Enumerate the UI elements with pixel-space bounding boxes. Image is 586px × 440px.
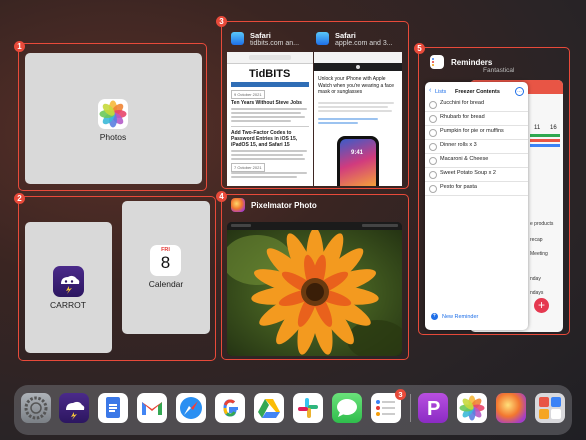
lists-back-button[interactable]: Lists [435, 89, 446, 95]
photos-icon [98, 99, 128, 129]
photos-icon[interactable] [457, 393, 487, 423]
callout-3: 3 [216, 16, 227, 27]
new-reminder-plus-icon[interactable]: + [431, 313, 438, 320]
fantastical-text-5: Meeting [530, 251, 548, 257]
checkbox-circle-icon[interactable] [429, 143, 437, 151]
fantastical-text-3: recap [530, 237, 543, 243]
tidbits-logo: TidBITS [249, 68, 291, 80]
calendar-icon: FRI 8 [150, 245, 181, 276]
apple-headline: Unlock your iPhone with Apple Watch when… [318, 76, 395, 95]
checkbox-circle-icon[interactable] [429, 157, 437, 165]
apple-logo-icon [356, 65, 360, 69]
back-chevron-icon[interactable]: ‹ [429, 87, 431, 94]
safari-left-icon [231, 32, 244, 45]
list-title: Freezer Contents [455, 89, 500, 95]
shortcuts-icon[interactable] [535, 393, 565, 423]
new-reminder-button[interactable]: New Reminder [442, 314, 478, 320]
safari-tidbits-window[interactable]: TidBITS 9 October 2021 Ten Years Without… [227, 52, 313, 186]
fantastical-add-button[interactable]: + [534, 298, 549, 313]
fantastical-label: Fantastical [483, 67, 515, 74]
settings-icon[interactable] [21, 393, 51, 423]
tidbits-date-1: 9 October 2021 [231, 90, 265, 99]
fantastical-text-6: nday [530, 276, 541, 282]
reminder-item[interactable]: Rhubarb for bread [425, 112, 528, 126]
calendar-date: 8 [160, 253, 171, 272]
fantastical-text-1: 11 [534, 125, 541, 131]
checkbox-circle-icon[interactable] [429, 129, 437, 137]
gmail-icon[interactable] [137, 393, 167, 423]
checkbox-circle-icon[interactable] [429, 115, 437, 123]
reminder-item[interactable]: Dinner rolls x 3 [425, 140, 528, 154]
reminders-title: Reminders [451, 58, 493, 67]
fantastical-text-4: e products [530, 221, 554, 227]
reminders-app-card[interactable]: ‹ Lists Freezer Contents … Zucchini for … [425, 82, 528, 330]
carrot-weather-icon[interactable] [59, 393, 89, 423]
pixelmator-title: Pixelmator Photo [251, 201, 317, 210]
callout-4: 4 [216, 191, 227, 202]
more-options-icon[interactable]: … [515, 87, 524, 96]
flower-photo [227, 230, 402, 356]
safari-left-subtitle: tidbits.com an... [250, 40, 300, 47]
pcalc-icon[interactable]: P [418, 393, 448, 423]
carrot-app-card[interactable]: CARROT [25, 222, 112, 353]
messages-icon[interactable] [332, 393, 362, 423]
safari-apple-window[interactable]: Unlock your iPhone with Apple Watch when… [314, 52, 402, 186]
checkbox-circle-icon[interactable] [429, 101, 437, 109]
calendar-label: Calendar [148, 279, 184, 289]
iphone-image: 9:41 [337, 136, 379, 186]
checkbox-circle-icon[interactable] [429, 171, 437, 179]
pixelmator-icon[interactable] [496, 393, 526, 423]
checkbox-circle-icon[interactable] [429, 185, 437, 193]
carrot-weather-icon [53, 266, 84, 297]
tidbits-headline-1[interactable]: Ten Years Without Steve Jobs [231, 100, 311, 106]
reminder-item[interactable]: Sweet Potato Soup x 2 [425, 168, 528, 182]
reminders-badge: 3 [395, 389, 406, 400]
carrot-label: CARROT [50, 300, 86, 310]
calendar-app-card[interactable]: FRI 8 Calendar [122, 201, 210, 334]
google-icon[interactable] [215, 393, 245, 423]
google-drive-icon[interactable] [254, 393, 284, 423]
callout-2: 2 [14, 193, 25, 204]
google-docs-icon[interactable] [98, 393, 128, 423]
reminder-item[interactable]: Pesto for pasta [425, 182, 528, 196]
callout-5: 5 [414, 43, 425, 54]
fantastical-text-7: ndays [530, 290, 544, 296]
callout-1: 1 [14, 41, 25, 52]
tidbits-headline-2[interactable]: Add Two-Factor Codes to Password Entries… [231, 130, 311, 148]
dock-divider [410, 394, 411, 422]
safari-icon[interactable] [176, 393, 206, 423]
safari-left-title: Safari [250, 31, 271, 40]
reminder-item[interactable]: Pumpkin for pie or muffins [425, 126, 528, 140]
photos-label: Photos [99, 132, 127, 142]
fantastical-text-2: 16 [550, 125, 557, 131]
reminder-item[interactable]: Macaroni & Cheese [425, 154, 528, 168]
reminder-item[interactable]: Zucchini for bread [425, 98, 528, 112]
slack-icon[interactable] [293, 393, 323, 423]
safari-right-icon [316, 32, 329, 45]
photos-app-card[interactable]: Photos [25, 53, 202, 184]
tidbits-date-2: 7 October 2021 [231, 163, 265, 172]
safari-right-subtitle: apple.com and 3... [335, 40, 393, 47]
safari-right-title: Safari [335, 31, 356, 40]
reminders-icon [430, 55, 444, 69]
pixelmator-app-card[interactable] [227, 222, 402, 356]
pixelmator-icon [231, 198, 245, 212]
